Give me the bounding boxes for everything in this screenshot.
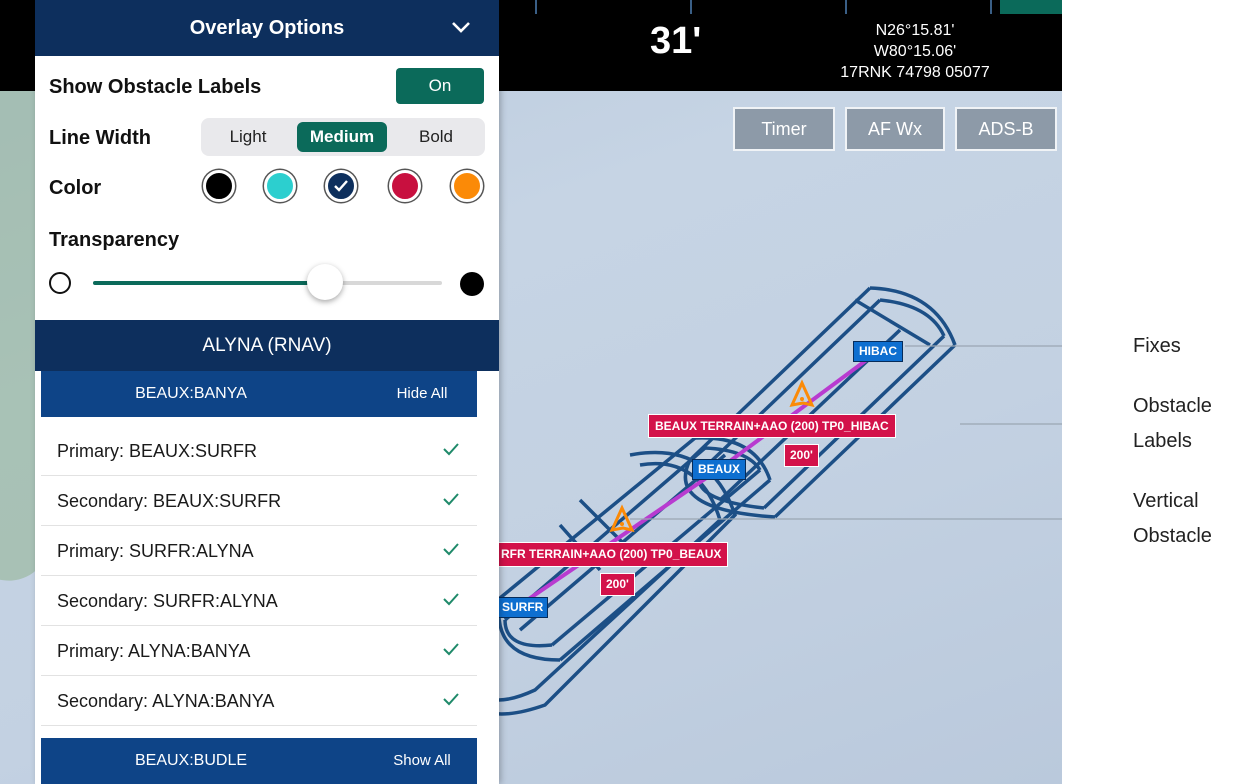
list-item[interactable]: Secondary: SURFR:ALYNA [41,576,477,626]
checkmark-icon [443,693,459,706]
list-item-label: Secondary: BEAUX:SURFR [57,491,282,511]
list-item-label: Primary: BEAUX:SURFR [57,441,258,461]
list-item-label: Secondary: SURFR:ALYNA [57,591,278,611]
callout-fixes: Fixes [1133,335,1181,357]
line-width-bold[interactable]: Bold [393,122,479,152]
color-swatch-orange[interactable] [451,170,483,202]
timer-button[interactable]: Timer [733,107,835,151]
group-header: BEAUX:BANYA Hide All [41,371,477,417]
obstacle-labels-toggle[interactable]: On [396,68,484,104]
overlay-options-panel: Overlay Options Show Obstacle Labels On … [35,0,499,784]
checkmark-icon [443,443,459,456]
list-item[interactable]: Primary: SURFR:ALYNA [41,526,477,576]
procedure-title: ALYNA (RNAV) [35,320,499,371]
checkmark-icon [443,493,459,506]
protection-area-upper [683,286,957,519]
distance-readout: 31' [650,20,702,62]
overlay-title: Overlay Options [189,17,345,39]
list-item-label: Secondary: ALYNA:BANYA [57,691,275,711]
list-item[interactable]: Primary: ALYNA:BANYA [41,626,477,676]
color-swatch-black[interactable] [203,170,235,202]
mgrs-grid: 17RNK 74798 05077 [840,64,990,81]
obstacle-height-label[interactable]: 200' [784,444,819,467]
group-name: BEAUX:BANYA [135,385,247,402]
ads-b-button[interactable]: ADS-B [955,107,1057,151]
list-item[interactable]: Primary: BEAUX:SURFR [41,426,477,476]
color-swatch-cyan[interactable] [264,170,296,202]
obstacle-label[interactable]: BEAUX TERRAIN+AAO (200) TP0_HIBAC [648,414,896,438]
checkmark-icon [443,543,459,556]
vertical-obstacle-icon [789,379,815,408]
list-item[interactable]: Secondary: BEAUX:SURFR [41,476,477,526]
list-item[interactable]: Secondary: ALYNA:BANYA [41,676,477,726]
callout-line: Labels [1133,430,1192,452]
fix-label[interactable]: HIBAC [853,341,903,362]
checkmark-icon [443,593,459,606]
obstacle-height-label[interactable]: 200' [600,573,635,596]
fix-label[interactable]: BEAUX [692,459,747,480]
hide-all-button[interactable]: Hide All [367,385,477,402]
checkmark-icon [443,643,459,656]
line-width-segmented-control: Light Medium Bold [201,118,485,156]
transparency-max-icon [460,272,484,296]
check-icon [334,180,348,192]
transparency-slider-fill[interactable] [93,281,325,285]
latitude: N26°15.81' [875,22,955,39]
color-swatch-navy[interactable] [325,170,357,202]
group-header: BEAUX:BUDLE Show All [41,738,477,784]
transparency-slider-thumb[interactable] [307,264,343,300]
color-label: Color [49,177,102,199]
line-width-label: Line Width [49,127,152,149]
callout-line: Obstacle [1133,395,1212,417]
show-all-button[interactable]: Show All [367,752,477,769]
transparency-min-icon [49,272,71,294]
callout-line: Obstacle [1133,525,1212,547]
coordinate-readout: N26°15.81' W80°15.06' 17RNK 74798 05077 [805,20,1025,83]
list-item-label: Primary: SURFR:ALYNA [57,541,254,561]
line-width-light[interactable]: Light [207,122,289,152]
secondary-area [458,450,738,716]
callout-obstacle-labels: Obstacle Labels [1133,389,1212,459]
color-swatch-red[interactable] [389,170,421,202]
callout-vertical-obstacle: Vertical Obstacle [1133,484,1212,554]
obstacle-labels-label: Show Obstacle Labels [49,76,262,98]
longitude: W80°15.06' [873,43,957,60]
list-item-label: Primary: ALYNA:BANYA [57,641,251,661]
group-name: BEAUX:BUDLE [134,752,248,769]
callout-line: Vertical [1133,490,1199,512]
line-width-medium[interactable]: Medium [297,122,387,152]
obstacle-label[interactable]: RFR TERRAIN+AAO (200) TP0_BEAUX [498,542,729,567]
chevron-down-icon[interactable] [451,20,471,34]
overlay-header[interactable]: Overlay Options [35,0,499,56]
fix-label[interactable]: SURFR [497,597,549,618]
af-wx-button[interactable]: AF Wx [845,107,945,151]
transparency-label: Transparency [49,229,180,251]
